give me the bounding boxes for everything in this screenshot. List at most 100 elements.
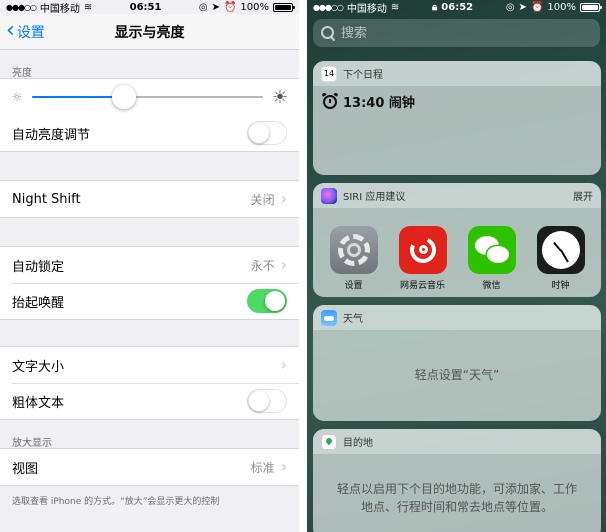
destinations-header: 目的地 — [313, 429, 601, 454]
night-shift-row[interactable]: Night Shift 关闭 › — [0, 181, 299, 217]
up-next-event[interactable]: 13:40 闹钟 — [313, 86, 601, 117]
carrier-label: 中国移动 — [346, 3, 387, 15]
up-next-header: 14 下个日程 — [313, 61, 601, 86]
siri-suggestions-header: SIRI 应用建议 展开 — [313, 183, 601, 208]
status-bar: ●●●○○ 中国移动 ≋ 🔒︎ 06:52 ◎ ➤ ⏰ 100% — [307, 0, 606, 15]
destinations-message: 轻点以启用下个目的地功能，可添加家、工作地点、行程时间和常去地点等位置。 — [313, 454, 601, 532]
app-wechat[interactable]: 微信 — [464, 226, 520, 291]
weather-header: 天气 — [313, 305, 601, 330]
bold-text-label: 粗体文本 — [12, 395, 65, 411]
suggested-apps: 设置 网易云音乐 微信 时钟 — [313, 208, 601, 291]
up-next-title: 下个日程 — [343, 70, 383, 81]
raise-to-wake-label: 抬起唤醒 — [12, 295, 65, 311]
page-title: 显示与亮度 — [114, 24, 185, 41]
search-icon — [321, 26, 335, 40]
sun-small-icon: ☼ — [11, 90, 23, 104]
status-time-group: 🔒︎ 06:52 — [432, 2, 473, 13]
weather-title: 天气 — [343, 314, 363, 325]
zoom-view-label: 视图 — [12, 461, 39, 477]
alarm-status-icon: ⏰ — [223, 1, 237, 13]
lock-rotation-icon: ◎ — [505, 1, 515, 13]
event-text: 13:40 闹钟 — [343, 96, 415, 111]
night-shift-group: Night Shift 关闭 › — [0, 180, 299, 218]
bold-text-toggle[interactable] — [247, 389, 287, 413]
chevron-left-icon: ‹ — [6, 18, 15, 43]
toggle-knob — [265, 291, 285, 311]
back-button-label: 设置 — [16, 25, 45, 41]
up-next-widget[interactable]: 14 下个日程 13:40 闹钟 — [313, 61, 601, 175]
destinations-title: 目的地 — [343, 438, 373, 449]
text-size-row[interactable]: 文字大小 › — [0, 347, 299, 383]
maps-icon — [321, 433, 337, 450]
search-bar[interactable] — [313, 19, 600, 47]
destinations-widget[interactable]: 目的地 轻点以启用下个目的地功能，可添加家、工作地点、行程时间和常去地点等位置。 — [313, 429, 601, 532]
bold-text-row: 粗体文本 — [0, 383, 299, 419]
chevron-right-icon: › — [280, 457, 287, 476]
brightness-slider[interactable] — [32, 85, 263, 109]
auto-brightness-row: 自动亮度调节 — [0, 115, 299, 151]
app-name: 时钟 — [551, 281, 570, 291]
app-clock[interactable]: 时钟 — [533, 226, 589, 291]
sun-large-icon: ☀ — [271, 86, 289, 108]
app-name: 网易云音乐 — [399, 281, 445, 291]
clock-icon — [536, 226, 585, 274]
auto-brightness-toggle[interactable] — [247, 121, 287, 145]
netease-music-icon — [398, 226, 447, 274]
brightness-group: ☼ ☀ 自动亮度调节 — [0, 78, 299, 152]
calendar-icon: 14 — [321, 65, 337, 82]
brightness-slider-fill — [32, 96, 125, 98]
zoom-view-row[interactable]: 视图 标准 › — [0, 449, 299, 485]
expand-button[interactable]: 展开 — [573, 188, 593, 203]
weather-message: 轻点设置“天气” — [313, 330, 601, 421]
zoom-footer-note: 选取查看 iPhone 的方式。“放大”会显示更大的控制 — [12, 497, 220, 507]
app-settings[interactable]: 设置 — [326, 226, 382, 291]
signal-icon: ●●●○○ — [313, 2, 344, 12]
zoom-group: 视图 标准 › — [0, 448, 299, 486]
night-shift-label: Night Shift — [12, 191, 81, 207]
text-group: 文字大小 › 粗体文本 — [0, 346, 299, 420]
nav-bar: ‹ 设置 显示与亮度 — [0, 14, 299, 50]
status-bar: ●●●○○ 中国移动 ≋ 06:51 ◎ ➤ ⏰ 100% — [0, 0, 299, 15]
today-view-screen: ●●●○○ 中国移动 ≋ 🔒︎ 06:52 ◎ ➤ ⏰ 100% 14 下个日程 — [307, 0, 606, 532]
display-brightness-screen: ●●●○○ 中国移动 ≋ 06:51 ◎ ➤ ⏰ 100% ‹ 设置 显示与亮度… — [0, 0, 299, 532]
wifi-icon: ≋ — [83, 1, 93, 13]
app-name: 设置 — [344, 281, 363, 291]
auto-lock-row[interactable]: 自动锁定 永不 › — [0, 247, 299, 283]
chevron-right-icon: › — [280, 189, 287, 208]
status-time: 06:51 — [129, 1, 162, 13]
toggle-knob — [249, 391, 269, 411]
alarm-status-icon: ⏰ — [530, 1, 544, 13]
toggle-knob — [249, 123, 269, 143]
brightness-slider-row: ☼ ☀ — [0, 79, 299, 115]
siri-suggestions-widget: SIRI 应用建议 展开 设置 网易云音乐 微信 时钟 — [313, 183, 601, 297]
weather-icon — [321, 309, 337, 326]
brightness-slider-thumb[interactable] — [112, 85, 137, 109]
lock-icon: 🔒︎ — [431, 1, 438, 13]
app-netease-music[interactable]: 网易云音乐 — [395, 226, 451, 291]
battery-icon — [273, 2, 295, 12]
weather-widget[interactable]: 天气 轻点设置“天气” — [313, 305, 601, 421]
siri-icon — [321, 187, 337, 204]
siri-suggestions-title: SIRI 应用建议 — [343, 192, 406, 203]
calendar-icon-day: 14 — [323, 68, 335, 78]
battery-icon — [579, 2, 602, 12]
battery-percent: 100% — [240, 1, 269, 13]
chevron-right-icon: › — [280, 355, 287, 374]
wifi-icon: ≋ — [390, 1, 400, 13]
auto-lock-value: 永不 — [250, 258, 275, 273]
carrier-label: 中国移动 — [39, 3, 80, 15]
location-icon: ➤ — [211, 1, 220, 13]
up-next-body: 13:40 闹钟 — [313, 86, 601, 175]
raise-to-wake-row: 抬起唤醒 — [0, 283, 299, 319]
chevron-right-icon: › — [280, 255, 287, 274]
status-time: 06:52 — [441, 1, 474, 13]
search-input[interactable] — [341, 25, 592, 41]
wechat-icon — [467, 226, 516, 274]
raise-to-wake-toggle[interactable] — [247, 289, 287, 313]
auto-lock-label: 自动锁定 — [12, 259, 65, 275]
lock-rotation-icon: ◎ — [198, 1, 208, 13]
back-button[interactable]: ‹ 设置 — [6, 14, 45, 50]
siri-suggestions-body: 设置 网易云音乐 微信 时钟 — [313, 208, 601, 297]
auto-brightness-label: 自动亮度调节 — [12, 127, 91, 143]
signal-icon: ●●●○○ — [6, 2, 37, 12]
